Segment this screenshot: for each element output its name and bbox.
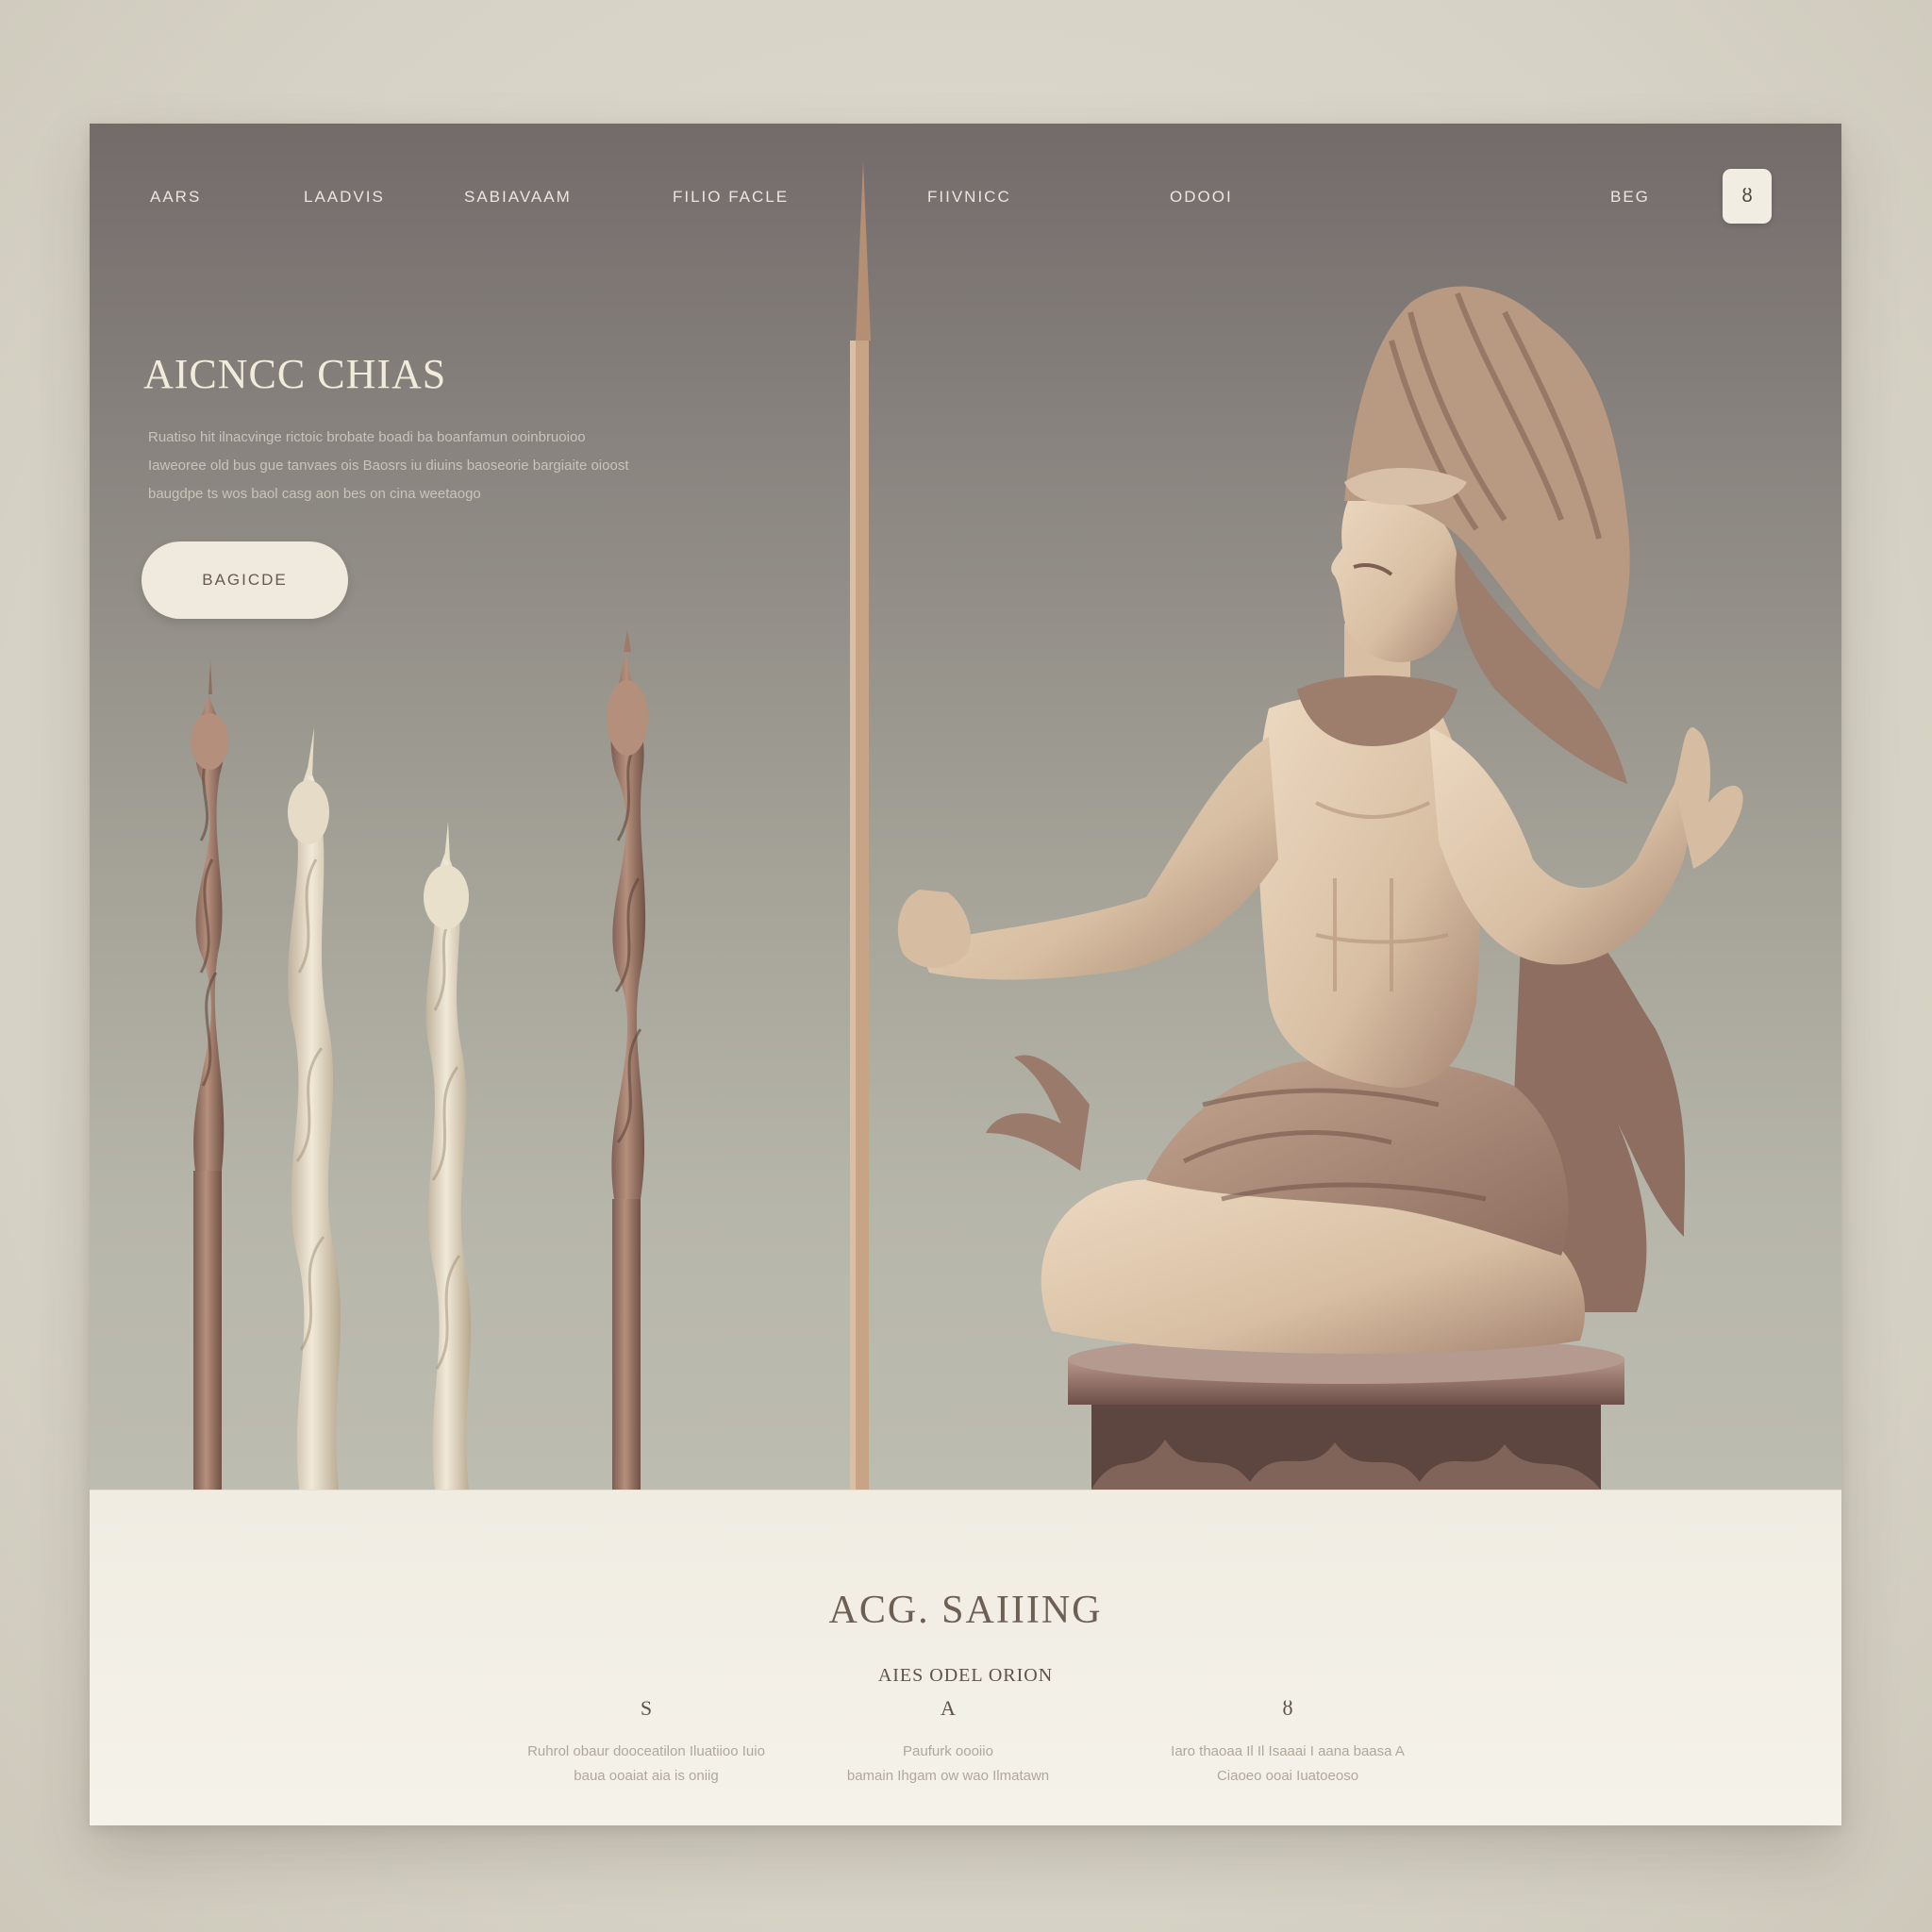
feature-text-line: Ruhrol obaur dooceatilon Iluatiioo Iuio xyxy=(527,1743,765,1759)
staff-4 xyxy=(607,629,648,1490)
staff-1 xyxy=(191,661,228,1490)
feature-1-icon: S xyxy=(640,1696,653,1720)
features-section: ACG. SAIIING AIES ODEL ORION S Ruhrol ob… xyxy=(90,1490,1841,1825)
feature-text-line: Ciaoeo ooai Iuatoeoso xyxy=(1216,1768,1359,1784)
feature-1-text: Ruhrol obaur dooceatilon Iluatiioo Iuio … xyxy=(486,1740,807,1789)
feature-3-text: Iaro thaoaa Il Il Isaaai I aana baasa A … xyxy=(1127,1740,1448,1789)
statue xyxy=(897,286,1743,1490)
feature-2-text: Paufurk oooiio bamain Ihgam ow wao Ilmat… xyxy=(835,1740,1061,1789)
feature-text-line: bamain Ihgam ow wao Ilmatawn xyxy=(846,1768,1050,1784)
feature-text-line: Iaro thaoaa Il Il Isaaai I aana baasa A xyxy=(1171,1743,1405,1759)
staff-2 xyxy=(288,727,341,1490)
feature-text-line: Paufurk oooiio xyxy=(903,1743,993,1759)
section-title: ACG. SAIIING xyxy=(828,1589,1103,1632)
feature-2-icon: A xyxy=(941,1696,956,1720)
feature-text-line: baua ooaiat aia is oniig xyxy=(574,1768,719,1784)
staff-3 xyxy=(424,822,472,1490)
section-subtitle: AIES ODEL ORION xyxy=(877,1665,1054,1686)
spear xyxy=(850,161,871,1490)
page-card: AARS LAADVIS SABIAVAAM FILIO FACLE FIIVN… xyxy=(90,124,1841,1825)
feature-3-icon: ȣ xyxy=(1282,1696,1293,1720)
hero-illustration xyxy=(191,161,1743,1490)
hero-section: AARS LAADVIS SABIAVAAM FILIO FACLE FIIVN… xyxy=(90,124,1841,1490)
